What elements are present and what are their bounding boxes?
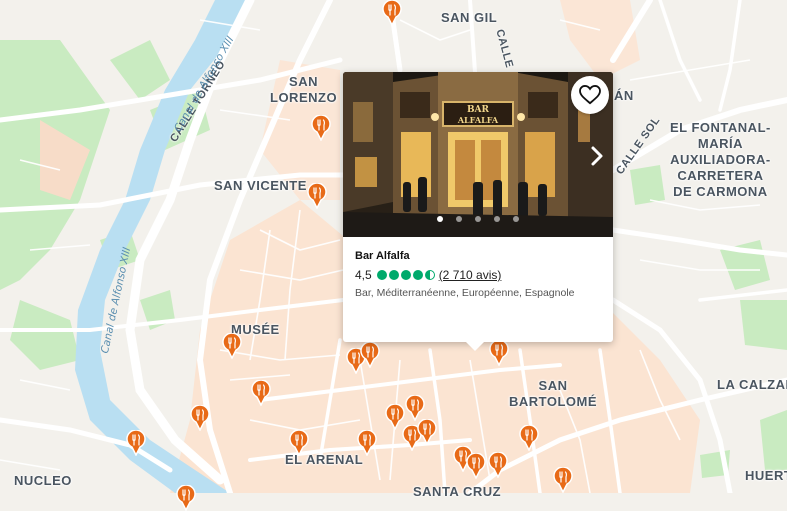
fork-knife-icon <box>553 467 573 493</box>
restaurant-pin[interactable] <box>489 340 509 366</box>
label-huerta: HUERT <box>745 468 787 483</box>
restaurant-pin[interactable] <box>289 430 309 456</box>
label-san-lorenzo: SAN LORENZO <box>270 74 338 105</box>
restaurant-pin[interactable] <box>466 453 486 479</box>
photo-dot[interactable] <box>494 216 500 222</box>
label-el-fontanal: EL FONTANAL- MARÍA AUXILIADORA- CARRETER… <box>670 120 771 199</box>
photo-dot[interactable] <box>475 216 481 222</box>
restaurant-pin[interactable] <box>251 380 271 406</box>
label-san-vicente: SAN VICENTE <box>214 178 307 193</box>
label-nucleo: NUCLEO <box>14 473 72 488</box>
fork-knife-icon <box>519 425 539 451</box>
restaurant-pin[interactable] <box>176 485 196 511</box>
fork-knife-icon <box>307 183 327 209</box>
cuisine-list: Bar, Méditerranéenne, Européenne, Espagn… <box>355 287 575 299</box>
photo-dot[interactable] <box>456 216 462 222</box>
restaurant-pin[interactable] <box>519 425 539 451</box>
reviews-link[interactable]: (2 710 avis) <box>439 268 502 282</box>
map-canvas[interactable]: SAN GIL SAN LORENZO SAN VICENTE MUSÉE EL… <box>0 0 787 511</box>
heart-outline-icon <box>579 85 601 105</box>
fork-knife-icon <box>488 452 508 478</box>
photo-dot[interactable] <box>437 216 443 222</box>
restaurant-pin[interactable] <box>360 342 380 368</box>
label-santa-cruz: SANTA CRUZ <box>413 484 502 499</box>
restaurant-pin[interactable] <box>222 333 242 359</box>
svg-text:BAR: BAR <box>467 105 490 115</box>
fork-knife-icon <box>489 340 509 366</box>
photo-dot[interactable] <box>513 216 519 222</box>
restaurant-pin[interactable] <box>126 430 146 456</box>
label-san-gil: SAN GIL <box>441 10 498 25</box>
fork-knife-icon <box>190 405 210 431</box>
restaurant-info: Bar Alfalfa 4,5 (2 710 avis) Bar, Médite… <box>355 250 605 301</box>
rating-bubble <box>412 270 423 280</box>
fork-knife-icon <box>360 342 380 368</box>
restaurant-pin[interactable] <box>405 395 425 421</box>
rating-bubble <box>400 270 411 280</box>
restaurant-pin[interactable] <box>357 430 377 456</box>
restaurant-pin[interactable] <box>382 0 402 26</box>
label-la-calzada: LA CALZAD <box>717 377 787 392</box>
fork-knife-icon <box>357 430 377 456</box>
restaurant-pin[interactable] <box>190 405 210 431</box>
fork-knife-icon <box>417 419 437 445</box>
restaurant-photo[interactable]: BAR ALFALFA <box>343 72 613 237</box>
label-san-bartolome: SAN BARTOLOMÉ <box>509 378 598 409</box>
fork-knife-icon <box>466 453 486 479</box>
restaurant-pin[interactable] <box>553 467 573 493</box>
restaurant-pin[interactable] <box>488 452 508 478</box>
fork-knife-icon <box>405 395 425 421</box>
fork-knife-icon <box>382 0 402 26</box>
next-photo-button[interactable] <box>587 144 607 168</box>
rating-score: 4,5 <box>355 268 372 282</box>
label-an-fragment: ÁN <box>614 88 634 103</box>
restaurant-popup[interactable]: BAR ALFALFA Bar Alfalfa 4,5 (2 710 avis)… <box>343 72 613 351</box>
photo-pagination <box>343 216 613 222</box>
fork-knife-icon <box>176 485 196 511</box>
fork-knife-icon <box>222 333 242 359</box>
restaurant-pin[interactable] <box>307 183 327 209</box>
rating-row: 4,5 (2 710 avis) <box>355 268 605 282</box>
fork-knife-icon <box>251 380 271 406</box>
chevron-right-icon <box>591 146 603 166</box>
rating-bubbles <box>376 270 435 280</box>
restaurant-pin[interactable] <box>417 419 437 445</box>
rating-bubble <box>376 270 387 280</box>
fork-knife-icon <box>126 430 146 456</box>
rating-bubble <box>388 270 399 280</box>
svg-text:ALFALFA: ALFALFA <box>457 115 499 125</box>
popup-pointer <box>465 341 485 351</box>
favorite-button[interactable] <box>571 76 609 114</box>
fork-knife-icon <box>311 115 331 141</box>
fork-knife-icon <box>289 430 309 456</box>
restaurant-pin[interactable] <box>311 115 331 141</box>
rating-bubble <box>424 270 435 280</box>
restaurant-name[interactable]: Bar Alfalfa <box>355 250 605 262</box>
